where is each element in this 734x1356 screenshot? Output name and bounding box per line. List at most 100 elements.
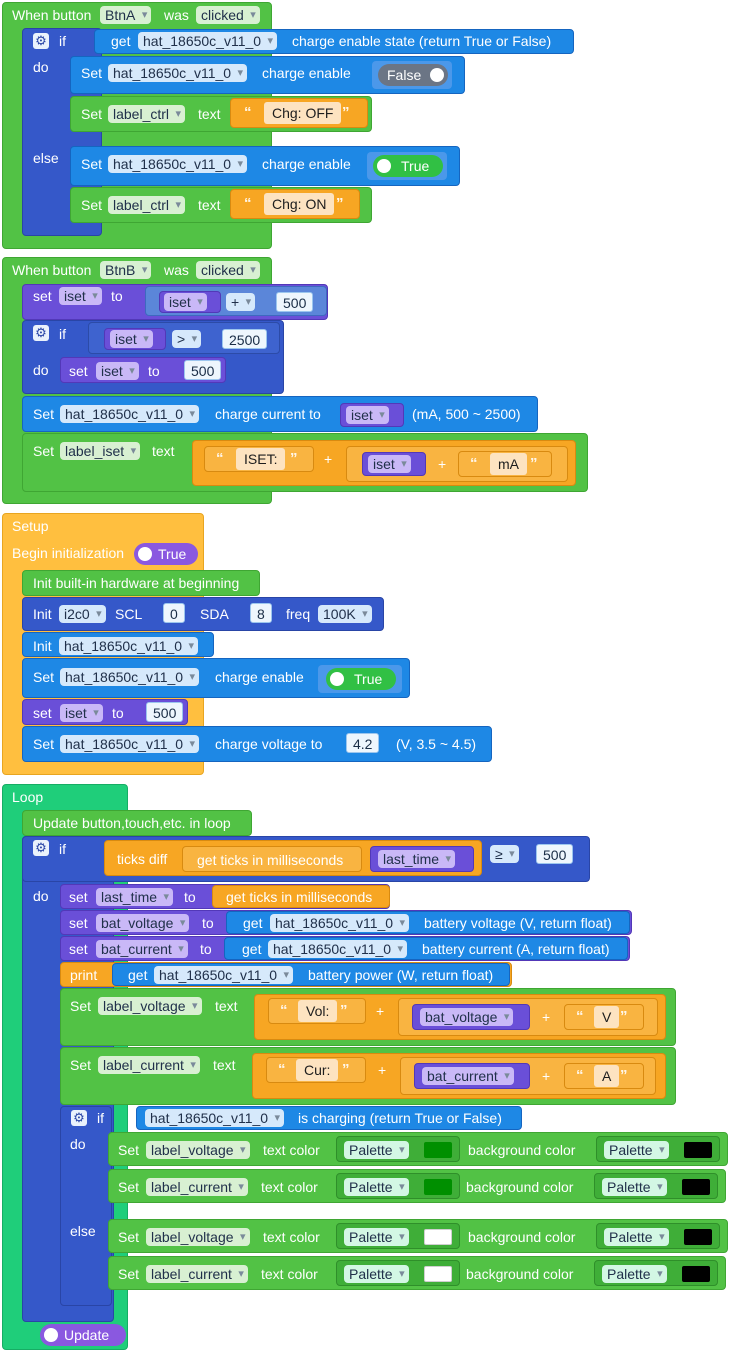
palette-dropdown[interactable]: Palette <box>604 1228 669 1246</box>
variable-dropdown[interactable]: bat_voltage <box>96 914 190 932</box>
device-dropdown[interactable]: hat_18650c_v11_0 <box>145 1109 285 1127</box>
gear-icon[interactable]: ⚙ <box>71 1110 87 1126</box>
number-field[interactable]: 2500 <box>222 329 268 349</box>
get-label: get <box>242 941 262 957</box>
palette-dropdown[interactable]: Palette <box>344 1228 409 1246</box>
palette-dropdown[interactable]: Palette <box>344 1265 409 1283</box>
number-field[interactable]: 500 <box>276 292 314 312</box>
button-dropdown[interactable]: BtnA <box>100 6 152 24</box>
do-label: do <box>33 362 49 378</box>
device-dropdown[interactable]: hat_18650c_v11_0 <box>60 668 200 686</box>
charge-enable-label: charge enable <box>215 669 304 685</box>
variable-dropdown[interactable]: iset <box>96 362 139 380</box>
number-field[interactable]: 500 <box>146 702 184 722</box>
variable-dropdown[interactable]: bat_current <box>96 940 188 958</box>
color-swatch[interactable] <box>424 1142 452 1158</box>
is-charging-label: is charging (return True or False) <box>298 1110 502 1126</box>
variable-dropdown[interactable]: iset <box>59 287 102 305</box>
set-label: Set <box>81 156 103 172</box>
charge-current-label: charge current to <box>215 406 321 422</box>
toggle-true[interactable]: True <box>373 155 443 177</box>
device-dropdown[interactable]: hat_18650c_v11_0 <box>60 405 200 423</box>
string-value[interactable]: Chg: ON <box>264 193 335 215</box>
color-swatch[interactable] <box>684 1142 712 1158</box>
set-label: Set <box>33 406 55 422</box>
gear-icon[interactable]: ⚙ <box>33 325 49 341</box>
color-swatch[interactable] <box>424 1179 452 1195</box>
device-dropdown[interactable]: hat_18650c_v11_0 <box>138 32 278 50</box>
if-charging-block[interactable] <box>60 1106 112 1306</box>
label-voltage-dropdown[interactable]: label_voltage <box>146 1141 250 1159</box>
color-swatch[interactable] <box>682 1179 710 1195</box>
string-value[interactable]: ISET: <box>236 448 286 470</box>
close-quote-icon: ” <box>342 1061 350 1078</box>
label-ctrl-dropdown[interactable]: label_ctrl <box>108 196 186 214</box>
variable-dropdown[interactable]: bat_voltage <box>420 1008 514 1026</box>
variable-dropdown[interactable]: iset <box>110 330 153 348</box>
palette-dropdown[interactable]: Palette <box>344 1141 409 1159</box>
current-range-label: (mA, 500 ~ 2500) <box>412 406 521 422</box>
gear-icon[interactable]: ⚙ <box>33 33 49 49</box>
variable-dropdown[interactable]: iset <box>164 293 207 311</box>
label-current-dropdown[interactable]: label_current <box>98 1056 200 1074</box>
operator-dropdown[interactable]: + <box>226 293 256 311</box>
palette-dropdown[interactable]: Palette <box>604 1141 669 1159</box>
device-dropdown[interactable]: hat_18650c_v11_0 <box>270 914 410 932</box>
string-value[interactable]: V <box>594 1006 620 1028</box>
palette-dropdown[interactable]: Palette <box>344 1178 409 1196</box>
label-iset-dropdown[interactable]: label_iset <box>60 442 141 460</box>
voltage-field[interactable]: 4.2 <box>346 733 380 753</box>
device-dropdown[interactable]: hat_18650c_v11_0 <box>60 735 200 753</box>
string-value[interactable]: A <box>594 1065 620 1087</box>
setup-title: Setup <box>12 518 49 534</box>
color-swatch[interactable] <box>424 1229 452 1245</box>
event-dropdown[interactable]: clicked <box>196 6 260 24</box>
string-value[interactable]: mA <box>490 453 527 475</box>
palette-dropdown[interactable]: Palette <box>602 1265 667 1283</box>
color-swatch[interactable] <box>682 1266 710 1282</box>
variable-dropdown[interactable]: last_time <box>96 888 174 906</box>
close-quote-icon: ” <box>290 450 298 467</box>
variable-dropdown[interactable]: iset <box>368 455 411 473</box>
string-value[interactable]: Cur: <box>296 1059 339 1081</box>
string-value[interactable]: Vol: <box>298 1000 338 1022</box>
variable-dropdown[interactable]: iset <box>60 704 103 722</box>
device-dropdown[interactable]: hat_18650c_v11_0 <box>108 64 248 82</box>
label-voltage-dropdown[interactable]: label_voltage <box>98 997 202 1015</box>
button-dropdown[interactable]: BtnB <box>100 261 152 279</box>
begin-init-toggle[interactable]: True <box>134 543 198 565</box>
label-current-dropdown[interactable]: label_current <box>146 1178 248 1196</box>
label-current-dropdown[interactable]: label_current <box>146 1265 248 1283</box>
update-toggle[interactable]: Update <box>40 1324 126 1346</box>
operator-dropdown[interactable]: ≥ <box>490 845 519 863</box>
scl-field[interactable]: 0 <box>163 603 185 623</box>
variable-dropdown[interactable]: iset <box>346 406 389 424</box>
device-dropdown[interactable]: hat_18650c_v11_0 <box>108 155 248 173</box>
toggle-false[interactable]: False <box>378 64 448 86</box>
palette-dropdown[interactable]: Palette <box>602 1178 667 1196</box>
device-dropdown[interactable]: hat_18650c_v11_0 <box>268 940 408 958</box>
gear-icon[interactable]: ⚙ <box>33 840 49 856</box>
variable-dropdown[interactable]: last_time <box>378 850 456 868</box>
label-voltage-dropdown[interactable]: label_voltage <box>146 1228 250 1246</box>
operator-dropdown[interactable]: > <box>172 330 202 348</box>
text-label: text <box>213 1057 236 1073</box>
sda-field[interactable]: 8 <box>250 603 272 623</box>
set-label: Set <box>118 1179 140 1195</box>
number-field[interactable]: 500 <box>536 844 574 864</box>
label-ctrl-dropdown[interactable]: label_ctrl <box>108 105 186 123</box>
bus-dropdown[interactable]: i2c0 <box>59 605 106 623</box>
variable-dropdown[interactable]: bat_current <box>422 1067 514 1085</box>
if-label: if <box>97 1110 104 1126</box>
open-quote-icon: “ <box>576 1008 584 1025</box>
plus-label: + <box>542 1068 551 1084</box>
toggle-true[interactable]: True <box>326 668 396 690</box>
device-dropdown[interactable]: hat_18650c_v11_0 <box>59 637 199 655</box>
device-dropdown[interactable]: hat_18650c_v11_0 <box>154 966 294 984</box>
color-swatch[interactable] <box>424 1266 452 1282</box>
freq-dropdown[interactable]: 100K <box>318 605 372 623</box>
color-swatch[interactable] <box>684 1229 712 1245</box>
string-value[interactable]: Chg: OFF <box>264 102 342 124</box>
number-field[interactable]: 500 <box>184 360 222 380</box>
event-dropdown[interactable]: clicked <box>196 261 260 279</box>
